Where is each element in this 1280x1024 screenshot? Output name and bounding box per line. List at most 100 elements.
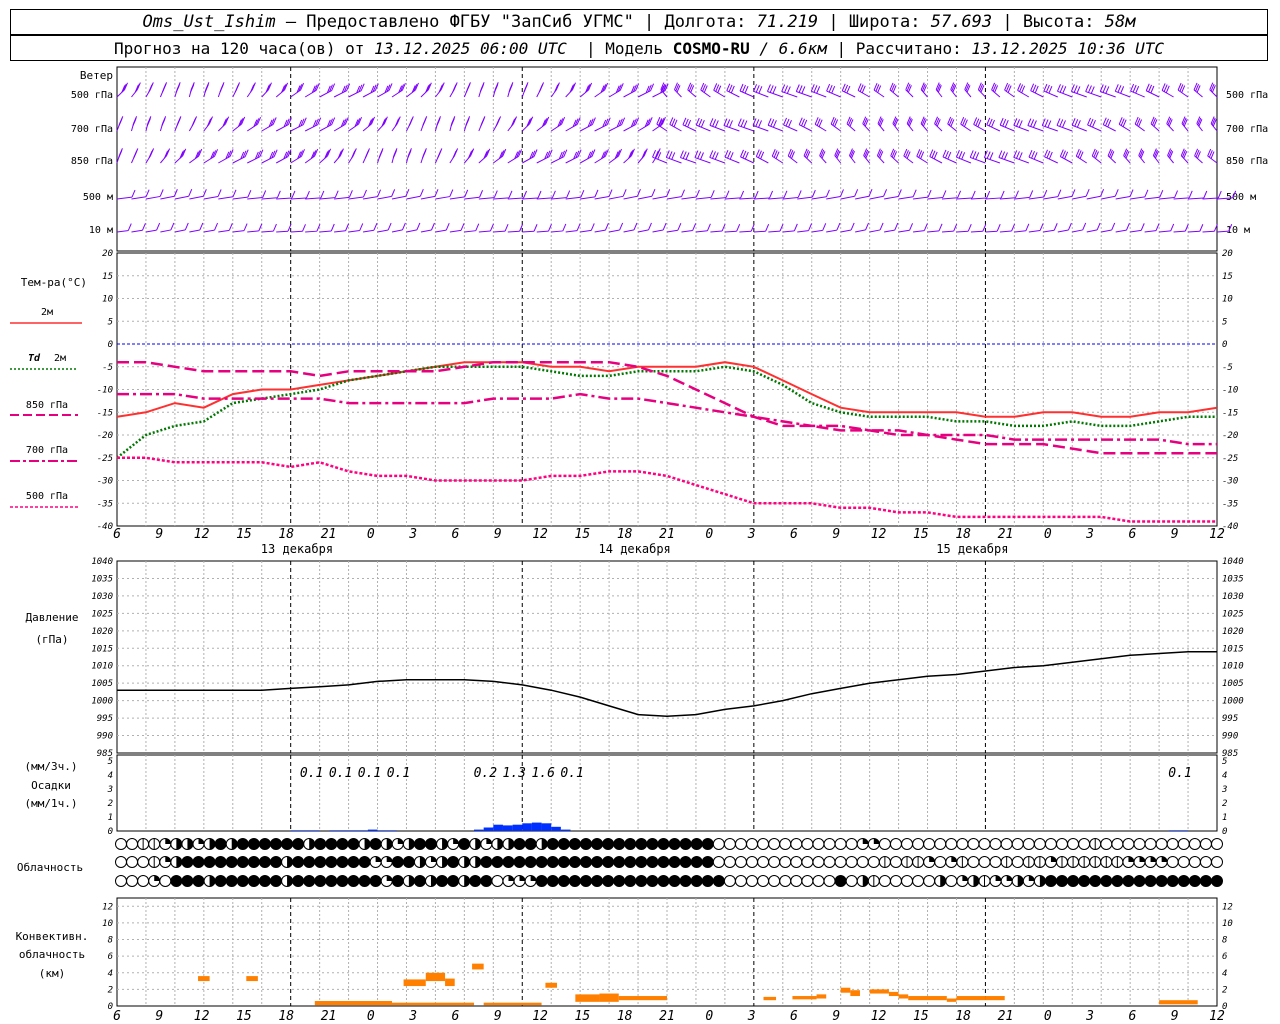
cloud-symbol [1022,838,1035,850]
cloud-symbol [258,838,271,850]
cloud-symbol [292,856,305,868]
wind-barb-feather [706,223,711,231]
wind-barb-feather [786,86,791,94]
wind-barb [580,229,592,233]
press-ytick-left: 995 [97,714,113,724]
wind-barb-feather [822,223,827,231]
cloud-symbol [258,856,271,868]
wind-barb [680,157,697,164]
cloud-symbol [303,875,316,887]
wind-barb-feather [1002,118,1007,127]
wind-barb-feather [1144,189,1149,198]
cloud-symbol [657,838,670,850]
precip-bar [290,830,301,831]
wind-barb [1188,230,1200,233]
cloud-symbol-half [309,838,315,850]
wind-barb-feather [1087,85,1092,93]
wind-barb-feather [1043,189,1048,198]
wind-barb-feather [475,223,480,231]
cloud-symbol [613,875,626,887]
wind-barb-feather [1001,151,1006,159]
cloud-symbol [602,875,615,887]
wind-barb-feather [1217,190,1222,199]
convective-segment [198,976,210,982]
legend-td-symbol: Td [28,353,41,364]
convective-segment [618,996,667,1001]
cloud-symbol [768,838,781,850]
convective-segment [908,996,947,1001]
wind-barb-feather [1199,224,1204,232]
time-tick-label: 12 [871,1009,887,1024]
wind-barb-feather [604,222,609,231]
wind-barb-feather [1018,120,1023,128]
cloud-symbol [723,856,736,868]
wind-barb-feather [944,150,949,159]
legend-t2m-label: 2м [41,307,53,318]
cloud-symbol-half [176,838,182,850]
temp-ytick-left: 5 [108,317,113,327]
cloud-symbol [746,875,759,887]
convective-segments [198,963,1198,1006]
wind-barb-feather [191,118,196,127]
wind-barb-feather [989,152,994,160]
press-ytick-right: 1020 [1222,627,1244,637]
cloud-symbol [757,875,770,887]
wind-barb-feather [742,150,747,159]
cloud-symbol [579,838,592,850]
wind-barb-feather [523,190,527,199]
wind-barb-feather [359,223,364,231]
cloud-symbol [967,856,980,868]
wind-barb-feather [291,190,296,199]
wind-barb-feather [854,189,859,197]
wind-barb-feather [1170,223,1175,232]
wind-barb-feather [712,151,716,159]
wind-barb [956,156,972,164]
wind-barb-feather [986,190,991,199]
cloud-symbol [823,875,836,887]
cloud-symbol [391,856,404,868]
cloud-symbol [546,838,559,850]
wind-barb [536,197,553,200]
wind-barb-feather [133,150,138,159]
precip-ytick-right: 1 [1222,813,1227,823]
wind-barb [985,230,998,233]
wind-barb [970,230,983,233]
wind-barb [362,196,378,200]
cloud-symbol [1056,875,1069,887]
wind-barb [116,196,133,200]
wind-barb-feather [449,189,454,197]
time-tick-label: 18 [617,527,633,542]
wind-barb [999,124,1015,132]
wind-barb [1057,195,1073,200]
time-tick-label: 21 [998,527,1014,542]
temp-ytick-left: 15 [102,272,113,282]
wind-barb [709,124,726,132]
precip-bar [300,830,310,831]
cloud-symbol [790,838,803,850]
cloud-symbol [369,875,382,887]
wind-barb [724,156,740,164]
cloud-symbol-quarter [1139,856,1146,862]
wind-barb-feather [972,151,977,159]
wind-barb [1013,124,1030,132]
wind-barb [666,229,678,233]
wind-barb-feather [737,118,742,126]
wind-barb-feather [725,190,730,198]
wind-barb [855,195,870,200]
precip-ytick-left: 3 [107,785,113,795]
time-tick-label: 6 [1128,1009,1136,1024]
wind-barb-feather [682,151,687,159]
wind-barb [912,230,925,233]
cloud-symbol [889,875,902,887]
wind-barb-feather [408,118,413,127]
cloud-symbol [258,875,271,887]
cloud-symbol [912,875,925,887]
conv-ytick-right: 6 [1222,952,1227,962]
wind-barb [580,196,596,200]
wind-barb-feather [695,117,700,126]
cloud-symbol [878,838,891,850]
wind-barb-feather [933,151,938,160]
wind-barb-feather [175,84,180,93]
wind-barb-feather [422,150,426,159]
cloud-symbol-quarter [1128,856,1134,862]
